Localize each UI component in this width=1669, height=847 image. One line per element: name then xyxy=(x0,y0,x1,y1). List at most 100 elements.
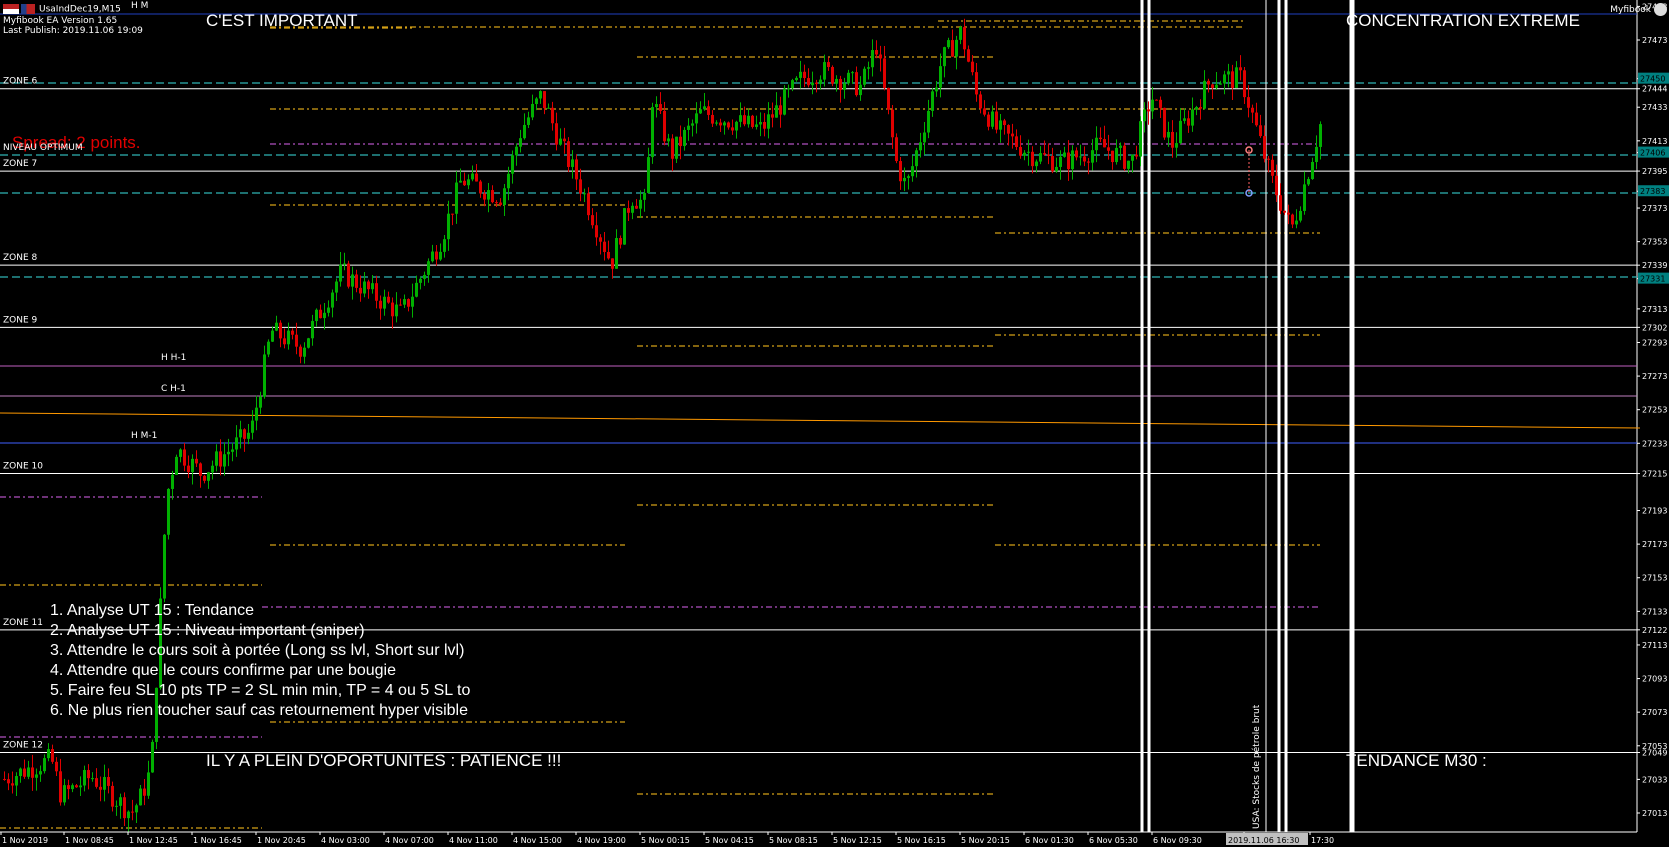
candle-body xyxy=(923,132,926,143)
candle-body xyxy=(343,263,346,265)
candle-body xyxy=(335,281,338,293)
candle-body xyxy=(987,114,990,127)
candle-body xyxy=(519,138,522,147)
candle-body xyxy=(307,338,310,348)
brand-name: Myfibook xyxy=(1610,5,1651,15)
candle-body xyxy=(995,111,998,130)
candle-body xyxy=(711,114,714,124)
candle-body xyxy=(1319,124,1322,147)
price-axis-label: 27233 xyxy=(1642,439,1667,448)
candle-body xyxy=(799,71,802,78)
candle-body xyxy=(659,104,662,111)
candle-body xyxy=(215,451,218,466)
candle-body xyxy=(975,72,978,95)
candle-body xyxy=(1039,153,1042,162)
candle-body xyxy=(1223,74,1226,84)
candle-body xyxy=(243,429,246,439)
price-axis-label: 27049 xyxy=(1642,749,1667,758)
zone-label: ZONE 10 xyxy=(3,462,43,472)
candle-body xyxy=(1079,156,1082,158)
candle-body xyxy=(79,785,82,788)
candle-body xyxy=(703,106,706,110)
candle-body xyxy=(227,451,230,455)
price-axis-label: 27173 xyxy=(1642,540,1667,549)
candle-body xyxy=(339,264,342,282)
candle-body xyxy=(495,202,498,204)
candle-body xyxy=(1243,70,1246,98)
candle-body xyxy=(315,309,318,322)
candle-body xyxy=(651,107,654,158)
time-axis-label: 5 Nov 12:15 xyxy=(833,836,882,845)
candle-body xyxy=(395,304,398,317)
brand-logo: Myfibook xyxy=(1610,3,1667,16)
candle-body xyxy=(531,103,534,118)
candle-body xyxy=(535,98,538,104)
candle-body xyxy=(147,772,150,796)
candle-body xyxy=(891,109,894,138)
candle-body xyxy=(1303,184,1306,211)
candle-body xyxy=(119,797,122,806)
candle-body xyxy=(775,105,778,118)
candle-body xyxy=(23,768,26,777)
time-axis-label: 5 Nov 04:15 xyxy=(705,836,754,845)
candle-body xyxy=(635,205,638,209)
candle-body xyxy=(847,72,850,84)
candle-body xyxy=(1151,99,1154,112)
candle-body xyxy=(331,292,334,308)
price-axis-label: 27133 xyxy=(1642,607,1667,616)
candle-body xyxy=(1175,143,1178,148)
price-badge-label: 27450 xyxy=(1640,75,1665,84)
candle-body xyxy=(439,251,442,260)
chart-window[interactable]: ZONE 6 ZONE 7 ZONE 8 ZONE 9 ZONE 10 ZONE 11 ZO… xyxy=(0,0,1669,847)
candle-body xyxy=(963,27,966,50)
price-axis-label: 27153 xyxy=(1642,574,1667,583)
candle-body xyxy=(691,123,694,126)
candle-body xyxy=(807,78,810,86)
candle-body xyxy=(467,179,470,186)
chart-header: UsaIndDec19,M15 Myfibook EA Version 1.65… xyxy=(3,4,143,36)
us-flag-icon xyxy=(3,4,19,14)
candle-body xyxy=(503,188,506,205)
candle-body xyxy=(251,420,254,433)
price-axis-label: 27373 xyxy=(1642,204,1667,213)
price-axis-label: 27033 xyxy=(1642,775,1667,784)
hm1-label: H M-1 xyxy=(131,431,158,441)
candle-body xyxy=(443,239,446,252)
index-flag-icon xyxy=(21,4,35,14)
candle-body xyxy=(687,125,690,130)
candle-body xyxy=(683,129,686,147)
price-axis-label: 27444 xyxy=(1642,85,1667,94)
time-axis-label: 5 Nov 20:15 xyxy=(961,836,1010,845)
candle-body xyxy=(1283,210,1286,213)
candle-body xyxy=(899,161,902,182)
candle-body xyxy=(1163,107,1166,138)
candle-body xyxy=(603,241,606,252)
candle-body xyxy=(1131,154,1134,161)
candle-body xyxy=(1155,99,1158,101)
candle-body xyxy=(1071,150,1074,170)
candle-body xyxy=(327,307,330,313)
candle-body xyxy=(851,72,854,74)
candle-body xyxy=(1187,118,1190,126)
price-badge-label: 27383 xyxy=(1640,187,1665,196)
time-axis-label: 1 Nov 2019 xyxy=(2,836,48,845)
candle-body xyxy=(967,49,970,62)
candle-body xyxy=(475,173,478,182)
candle-body xyxy=(103,777,106,790)
candle-body xyxy=(383,296,386,309)
candle-body xyxy=(779,105,782,115)
candle-body xyxy=(47,749,50,759)
candle-body xyxy=(547,107,550,109)
candle-body xyxy=(1251,107,1254,113)
candle-body xyxy=(827,62,830,67)
price-axis-label: 27273 xyxy=(1642,372,1667,381)
candle-body xyxy=(563,138,566,142)
candle-body xyxy=(1119,145,1122,148)
candle-body xyxy=(803,71,806,79)
candle-body xyxy=(1219,83,1222,85)
candle-body xyxy=(471,173,474,180)
candle-body xyxy=(399,304,402,306)
candle-body xyxy=(719,122,722,126)
candle-body xyxy=(1295,220,1298,225)
candle-body xyxy=(1199,107,1202,109)
